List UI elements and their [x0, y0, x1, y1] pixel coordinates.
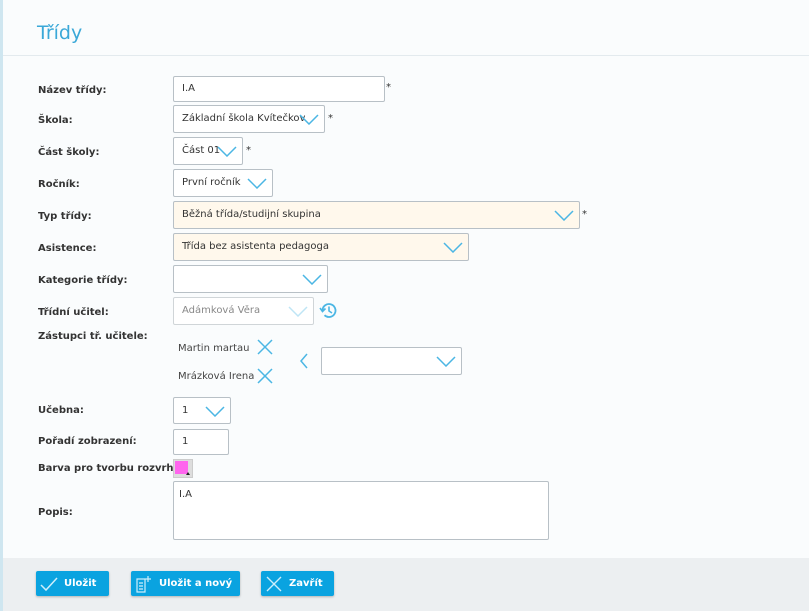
chevron-down-icon	[299, 114, 319, 125]
rocnik-value: První ročník	[182, 177, 241, 188]
label-typ: Typ třídy:	[38, 211, 92, 222]
chevron-down-icon	[554, 210, 574, 221]
left-edge	[0, 0, 3, 611]
required-mark: *	[328, 113, 333, 124]
label-poradi: Pořadí zobrazení:	[38, 436, 137, 447]
footer-bar	[3, 558, 809, 611]
label-ucebna: Učebna:	[38, 405, 84, 416]
chevron-down-icon	[205, 406, 225, 417]
skola-value: Základní škola Kvítečkov	[182, 113, 306, 124]
tridni-value: Adámková Věra	[182, 305, 261, 316]
zastupce-item: Martin martau	[178, 343, 250, 354]
save-new-button[interactable]: Uložit a nový	[131, 571, 240, 596]
chevron-down-icon	[217, 146, 237, 157]
chevron-down-icon	[247, 178, 267, 189]
ucebna-select[interactable]: 1	[173, 397, 231, 424]
cast-value: Část 01	[182, 145, 221, 156]
label-nazev: Název třídy:	[38, 85, 107, 96]
required-mark: *	[582, 209, 587, 220]
label-zastupci: Zástupci tř. učitele:	[38, 331, 148, 342]
label-skola: Škola:	[38, 115, 73, 126]
required-mark: *	[246, 145, 251, 156]
tridni-select[interactable]: Adámková Věra	[173, 297, 314, 325]
popis-textarea[interactable]: I.A	[173, 481, 549, 540]
save-label: Uložit	[64, 578, 97, 589]
required-mark: *	[386, 82, 391, 93]
poradi-input[interactable]: 1	[173, 429, 229, 455]
chevron-down-icon	[288, 306, 308, 317]
save-new-label: Uložit a nový	[159, 578, 233, 589]
label-popis: Popis:	[38, 507, 73, 518]
skola-select[interactable]: Základní škola Kvítečkov	[173, 105, 325, 133]
remove-icon[interactable]	[257, 368, 273, 384]
asistence-value: Třída bez asistenta pedagoga	[182, 241, 329, 252]
asistence-select[interactable]: Třída bez asistenta pedagoga	[173, 233, 469, 261]
label-rocnik: Ročník:	[38, 179, 80, 190]
caret-up-icon	[186, 472, 190, 475]
remove-icon[interactable]	[257, 339, 273, 355]
rocnik-select[interactable]: První ročník	[173, 169, 273, 197]
page-title: Třídy	[37, 22, 83, 44]
check-icon	[40, 576, 58, 591]
chevron-left-icon[interactable]	[299, 353, 309, 369]
label-asistence: Asistence:	[38, 243, 97, 254]
label-cast: Část školy:	[38, 147, 100, 158]
chevron-down-icon	[302, 274, 322, 285]
save-button[interactable]: Uložit	[36, 571, 109, 596]
divider	[3, 55, 809, 56]
label-tridni: Třídní učitel:	[38, 307, 109, 318]
label-barva: Barva pro tvorbu rozvrhu:	[38, 463, 185, 474]
zastupce-item: Mrázková Irena	[178, 371, 255, 382]
ucebna-value: 1	[182, 405, 189, 416]
chevron-down-icon	[436, 356, 456, 367]
close-label: Zavřít	[289, 578, 323, 589]
add-document-icon	[136, 575, 151, 593]
label-kategorie: Kategorie třídy:	[38, 275, 128, 286]
close-button[interactable]: Zavřít	[261, 571, 334, 596]
history-icon[interactable]	[319, 301, 338, 320]
typ-select[interactable]: Běžná třída/studijní skupina	[173, 201, 580, 229]
zastupci-select[interactable]	[321, 347, 462, 375]
cast-select[interactable]: Část 01	[173, 137, 243, 165]
close-icon	[266, 576, 282, 591]
nazev-input[interactable]: I.A	[173, 76, 385, 102]
chevron-down-icon	[443, 242, 463, 253]
color-picker[interactable]	[173, 459, 193, 478]
typ-value: Běžná třída/studijní skupina	[182, 209, 321, 220]
kategorie-select[interactable]	[173, 265, 328, 293]
